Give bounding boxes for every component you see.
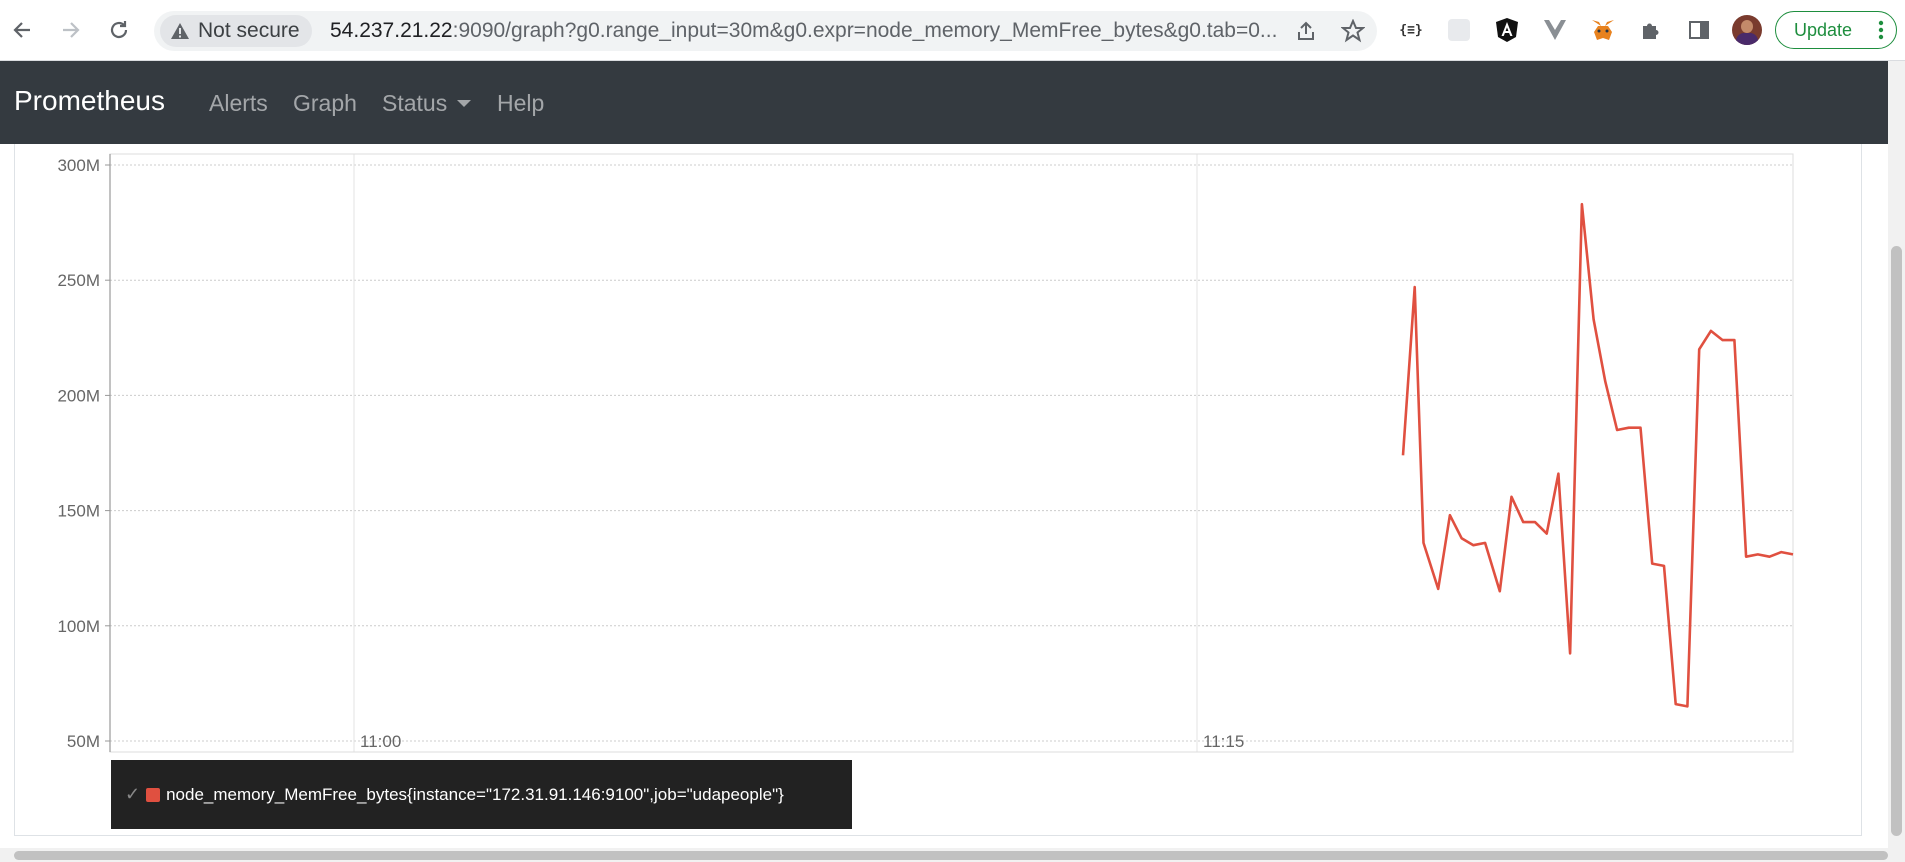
x-tick-label: 11:15 bbox=[1203, 732, 1244, 751]
y-tick-label: 200M bbox=[57, 386, 100, 405]
y-tick-label: 50M bbox=[67, 732, 100, 751]
forward-button[interactable] bbox=[55, 14, 87, 46]
update-button[interactable]: Update bbox=[1775, 11, 1897, 49]
react-extension-icon[interactable] bbox=[1443, 14, 1475, 46]
vertical-scroll-thumb[interactable] bbox=[1891, 246, 1902, 836]
json-extension-icon[interactable]: {≡} bbox=[1395, 14, 1427, 46]
vertical-scrollbar[interactable] bbox=[1888, 61, 1905, 862]
horizontal-scrollbar[interactable] bbox=[0, 848, 1888, 862]
metamask-fox-icon[interactable] bbox=[1587, 14, 1619, 46]
y-tick-label: 250M bbox=[57, 271, 100, 290]
side-panel-icon[interactable] bbox=[1683, 14, 1715, 46]
caret-down-icon bbox=[457, 100, 472, 107]
extensions-puzzle-icon[interactable] bbox=[1635, 14, 1667, 46]
address-bar[interactable]: Not secure 54.237.21.22:9090/graph?g0.ra… bbox=[154, 11, 1377, 51]
plot-frame bbox=[109, 153, 1794, 753]
nav-alerts[interactable]: Alerts bbox=[209, 90, 268, 117]
series-color-swatch bbox=[146, 787, 161, 802]
vue-extension-icon[interactable] bbox=[1539, 14, 1571, 46]
horizontal-scroll-thumb[interactable] bbox=[14, 851, 1888, 860]
profile-avatar[interactable] bbox=[1731, 14, 1763, 46]
brand-logo-text[interactable]: Prometheus bbox=[14, 85, 165, 117]
y-tick-label: 300M bbox=[57, 156, 100, 175]
check-icon: ✓ bbox=[125, 784, 141, 804]
arrow-left-icon bbox=[13, 22, 30, 38]
browser-toolbar: Not secure 54.237.21.22:9090/graph?g0.ra… bbox=[0, 0, 1905, 61]
arrow-right-icon bbox=[63, 22, 80, 38]
graph-legend[interactable]: ✓ node_memory_MemFree_bytes{instance="17… bbox=[111, 760, 852, 829]
back-button[interactable] bbox=[6, 14, 38, 46]
reload-button[interactable] bbox=[103, 14, 135, 46]
security-label: Not secure bbox=[198, 19, 300, 42]
y-tick-label: 150M bbox=[57, 502, 100, 521]
nav-graph[interactable]: Graph bbox=[293, 90, 357, 117]
memory-graph[interactable]: 300M 250M 200M 150M 100M 50M 11:00 11:15 bbox=[0, 144, 1888, 756]
reload-icon bbox=[110, 21, 128, 39]
series-line[interactable] bbox=[1401, 202, 1794, 708]
warning-icon bbox=[171, 23, 189, 39]
nav-status[interactable]: Status bbox=[382, 90, 472, 117]
y-tick-label: 100M bbox=[57, 617, 100, 636]
x-tick-label: 11:00 bbox=[360, 732, 401, 751]
nav-help[interactable]: Help bbox=[497, 90, 544, 117]
url-text[interactable]: 54.237.21.22:9090/graph?g0.range_input=3… bbox=[330, 19, 1277, 43]
more-vert-icon bbox=[1878, 20, 1884, 40]
angular-extension-icon[interactable] bbox=[1491, 14, 1523, 46]
share-icon[interactable] bbox=[1294, 19, 1318, 43]
security-chip[interactable]: Not secure bbox=[160, 15, 312, 47]
legend-series-label: node_memory_MemFree_bytes{instance="172.… bbox=[166, 784, 784, 804]
bookmark-star-icon[interactable] bbox=[1341, 19, 1365, 43]
prometheus-navbar: Prometheus Alerts Graph Status Help bbox=[0, 61, 1888, 144]
